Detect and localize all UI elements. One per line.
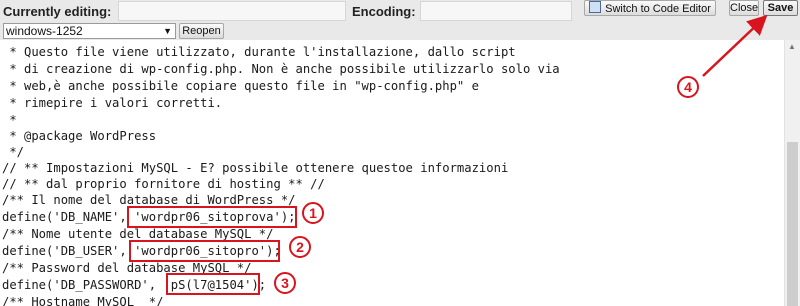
annotation-arrow [702,14,768,77]
